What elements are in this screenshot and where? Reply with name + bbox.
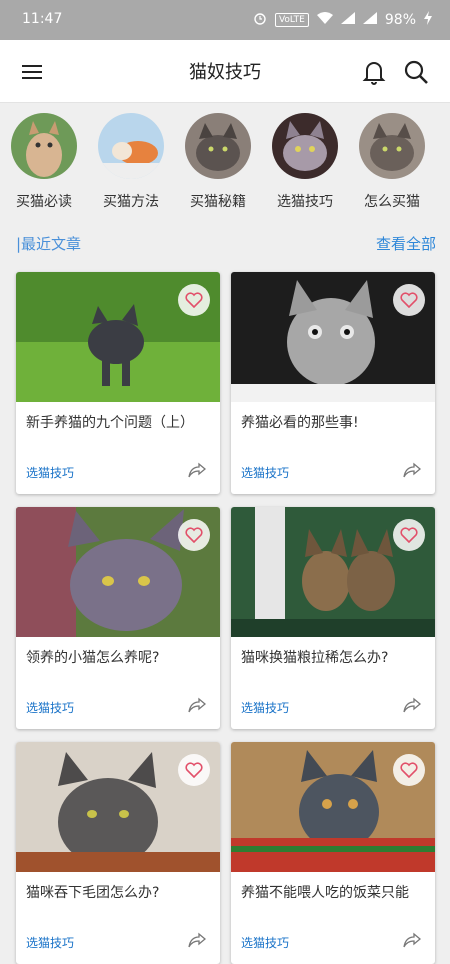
app-bar: 猫奴技巧 [0,40,450,103]
heart-icon [400,527,418,543]
view-all-link[interactable]: 查看全部 [376,233,436,254]
article-tag[interactable]: 选猫技巧 [26,699,74,716]
favorite-button[interactable] [178,519,210,551]
favorite-button[interactable] [178,754,210,786]
section-title: |最近文章 [16,235,82,253]
article-title: 养猫必看的那些事! [241,415,359,431]
category-label: 选猫技巧 [277,194,333,210]
article-title: 养猫不能喂人吃的饭菜只能 [241,885,409,901]
volte-badge: VoLTE [274,13,309,27]
category-avatar [11,113,77,179]
article-title: 新手养猫的九个问题（上） [26,415,194,431]
alarm-icon [253,11,267,29]
status-icons: VoLTE 98% [253,11,432,29]
heart-icon [400,762,418,778]
article-tag[interactable]: 选猫技巧 [241,699,289,716]
category-row: 买猫必读 买猫方法 买猫秘籍 选猫技巧 怎么买猫 [0,103,450,218]
favorite-button[interactable] [178,284,210,316]
article-tag[interactable]: 选猫技巧 [26,464,74,481]
category-avatar [359,113,425,179]
article-card[interactable]: 养猫不能喂人吃的饭菜只能 选猫技巧 [231,742,435,964]
category-avatar [272,113,338,179]
category-item[interactable]: 怎么买猫 [349,113,435,211]
wifi-icon [316,12,333,28]
bell-icon [362,62,386,85]
category-label: 买猫必读 [16,194,72,210]
signal-icon-2 [362,12,377,28]
article-card[interactable]: 领养的小猫怎么养呢? 选猫技巧 [16,507,220,729]
share-icon[interactable] [403,932,421,948]
signal-icon [340,12,355,28]
heart-icon [185,762,203,778]
article-card[interactable]: 新手养猫的九个问题（上） 选猫技巧 [16,272,220,494]
article-tag[interactable]: 选猫技巧 [26,934,74,951]
favorite-button[interactable] [393,519,425,551]
article-card[interactable]: 猫咪吞下毛团怎么办? 选猫技巧 [16,742,220,964]
heart-icon [185,527,203,543]
category-avatar [98,113,164,179]
article-card[interactable]: 猫咪换猫粮拉稀怎么办? 选猫技巧 [231,507,435,729]
battery-percent: 98% [384,12,416,28]
category-item[interactable]: 买猫秘籍 [175,113,261,211]
article-title: 领养的小猫怎么养呢? [26,650,160,666]
share-icon[interactable] [403,697,421,713]
heart-icon [185,292,203,308]
favorite-button[interactable] [393,284,425,316]
category-label: 买猫方法 [103,194,159,210]
article-card[interactable]: 养猫必看的那些事! 选猫技巧 [231,272,435,494]
status-time: 11:47 [22,11,63,27]
category-label: 怎么买猫 [364,194,420,210]
status-bar: 11:47 VoLTE 98% [0,0,450,40]
category-avatar [185,113,251,179]
article-tag[interactable]: 选猫技巧 [241,934,289,951]
battery-charging-icon [424,11,432,29]
search-button[interactable] [402,58,430,86]
search-icon [404,60,428,84]
notifications-button[interactable] [360,58,388,86]
article-tag[interactable]: 选猫技巧 [241,464,289,481]
share-icon[interactable] [188,932,206,948]
category-label: 买猫秘籍 [190,194,246,210]
recent-articles-header: |最近文章 查看全部 [16,233,436,255]
share-icon[interactable] [188,697,206,713]
favorite-button[interactable] [393,754,425,786]
share-icon[interactable] [188,462,206,478]
heart-icon [400,292,418,308]
category-item[interactable]: 买猫方法 [88,113,174,211]
share-icon[interactable] [403,462,421,478]
category-item[interactable]: 买猫必读 [1,113,87,211]
article-title: 猫咪换猫粮拉稀怎么办? [241,650,389,666]
article-title: 猫咪吞下毛团怎么办? [26,885,160,901]
category-item[interactable]: 选猫技巧 [262,113,348,211]
